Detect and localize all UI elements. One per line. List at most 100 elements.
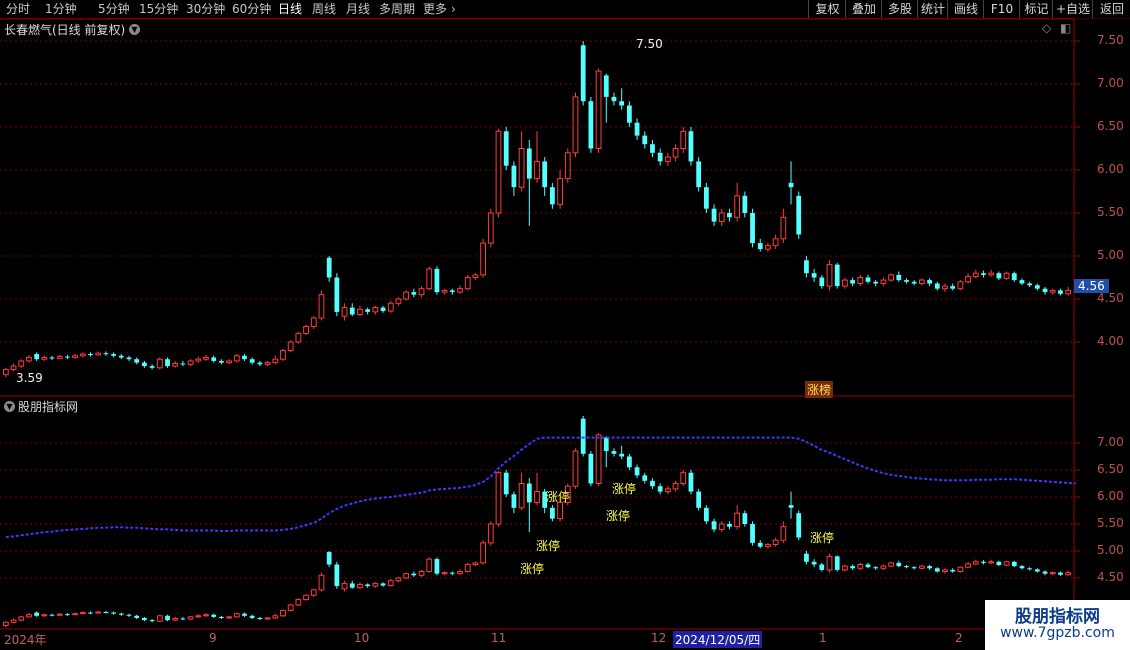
candle-body (2, 369, 9, 376)
candle-body (588, 101, 594, 149)
candle-body (688, 131, 694, 162)
x-label-jan: 1 (819, 631, 827, 645)
candle-body (580, 45, 586, 102)
candle-body (503, 131, 509, 166)
candle-body (156, 615, 163, 622)
y-tick-label: 6.00 (1097, 162, 1124, 176)
candle-body (842, 565, 848, 571)
candle-body (272, 615, 279, 619)
candle-body (211, 357, 217, 361)
candle-body (1034, 285, 1040, 289)
candle-body (418, 288, 425, 296)
candle-body (372, 582, 379, 587)
candle-body (1065, 572, 1072, 576)
current-price-tag: 4.56 (1074, 279, 1109, 293)
candle-body (650, 144, 655, 153)
candle-body (349, 307, 355, 315)
y-tick-label: 7.00 (1097, 76, 1124, 90)
candle-body (310, 317, 317, 328)
candle-body (180, 618, 186, 620)
candle-body (287, 604, 294, 611)
candle-body (718, 523, 725, 530)
candle-body (880, 565, 887, 569)
candle-body (526, 483, 532, 503)
candle-body (595, 434, 602, 484)
candle-body (826, 264, 833, 287)
candle-body (395, 577, 402, 582)
candle-body (804, 553, 809, 562)
candle-body (934, 568, 940, 572)
candle-body (1027, 283, 1033, 286)
candle-body (134, 359, 140, 363)
candle-body (595, 70, 602, 149)
candle-body (1019, 280, 1025, 284)
candle-body (972, 272, 979, 278)
candle-body (118, 613, 124, 615)
candle-body (765, 245, 771, 250)
indicator-candles (2, 416, 1072, 628)
candle-body (703, 507, 709, 522)
candle-body (79, 612, 86, 615)
y-tick-label: 4.50 (1097, 291, 1124, 305)
candle-body (942, 285, 948, 290)
candle-body (934, 283, 940, 289)
candle-body (842, 279, 848, 287)
candle-body (49, 357, 55, 359)
candle-body (711, 521, 717, 530)
candle-body (10, 365, 17, 371)
candle-body (2, 621, 9, 627)
candle-body (857, 564, 864, 569)
candle-body (411, 573, 417, 576)
candle-body (757, 243, 763, 250)
candle-body (696, 491, 702, 508)
candle-body (865, 564, 871, 568)
candle-body (757, 542, 763, 547)
candle-body (873, 567, 879, 569)
candle-body (1034, 569, 1040, 572)
candle-body (341, 582, 348, 590)
candle-body (142, 617, 147, 621)
candle-body (365, 584, 371, 587)
candle-body (865, 277, 871, 282)
candle-body (1027, 568, 1033, 570)
candle-body (642, 475, 648, 481)
signal-label: 涨停 (612, 482, 637, 496)
candle-body (672, 148, 679, 158)
candle-body (172, 363, 179, 367)
candle-body (272, 358, 279, 364)
candle-body (880, 279, 887, 285)
candle-body (318, 294, 325, 319)
candle-body (927, 566, 932, 569)
main-candles (2, 41, 1072, 378)
candle-body (988, 561, 995, 564)
candle-body (242, 355, 247, 360)
candle-body (211, 614, 217, 617)
candle-body (811, 273, 817, 278)
signal-label: 涨停 (810, 531, 835, 545)
candle-body (965, 563, 971, 568)
y-tick-label: 4.00 (1097, 334, 1124, 348)
y-tick-label: 5.00 (1097, 543, 1124, 557)
signal-label: 涨停 (536, 539, 561, 553)
y-tick-label: 5.00 (1097, 248, 1124, 262)
candle-body (380, 583, 386, 586)
candle-body (919, 565, 925, 569)
candle-body (788, 505, 794, 508)
kline-chart[interactable] (0, 0, 1130, 650)
candle-body (580, 418, 586, 454)
candle-body (634, 122, 640, 136)
candle-body (334, 277, 340, 312)
candle-body (1058, 572, 1063, 575)
candle-body (56, 613, 63, 616)
candle-body (457, 571, 463, 575)
candle-body (426, 558, 433, 573)
candle-body (41, 614, 48, 617)
watermark-title: 股朋指标网 (1015, 607, 1100, 627)
candle-body (588, 453, 594, 484)
zhangbang-badge[interactable]: 涨榜 (805, 381, 834, 398)
candle-body (1011, 561, 1017, 567)
candle-body (249, 359, 255, 363)
candle-body (426, 268, 433, 290)
candle-body (750, 213, 755, 244)
candle-body (634, 467, 640, 476)
